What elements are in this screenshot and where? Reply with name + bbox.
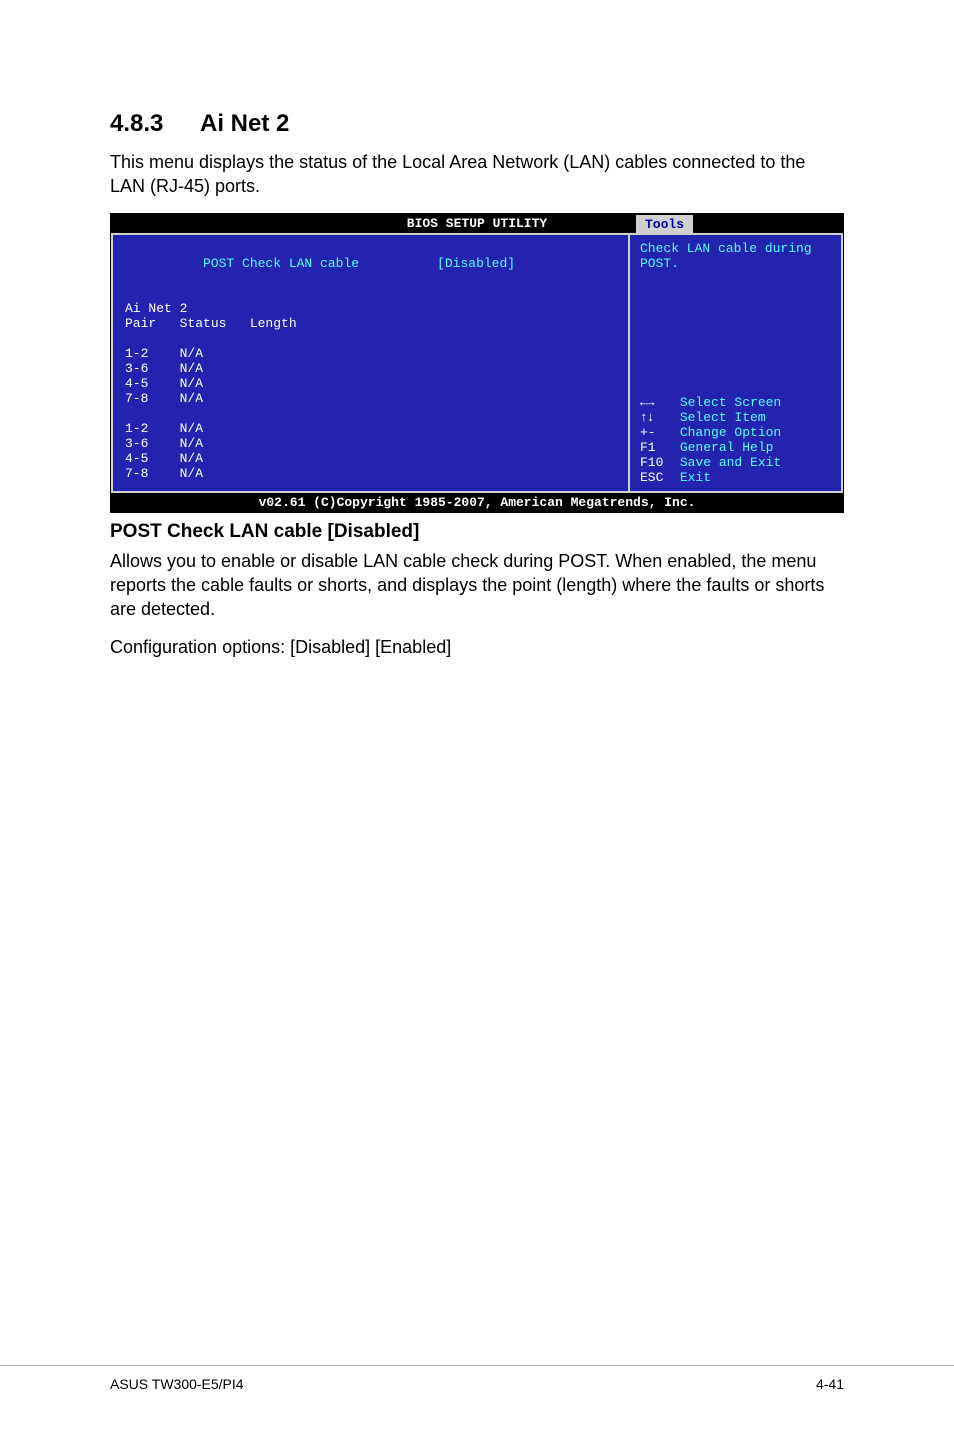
section-heading: 4.8.3Ai Net 2: [110, 110, 844, 138]
key-label: Select Item: [680, 410, 766, 425]
bios-data-row: 3-6 N/A: [125, 361, 616, 376]
footer-left: ASUS TW300-E5/PI4: [110, 1376, 244, 1392]
bios-data-row: 4-5 N/A: [125, 376, 616, 391]
bios-title: BIOS SETUP UTILITY: [407, 216, 547, 231]
config-options: Configuration options: [Disabled] [Enabl…: [110, 635, 844, 659]
subsection-paragraph: Allows you to enable or disable LAN cabl…: [110, 549, 844, 622]
key-label: General Help: [680, 440, 774, 455]
key-label: Save and Exit: [680, 455, 781, 470]
subsection-heading: POST Check LAN cable [Disabled]: [110, 521, 844, 543]
key-label: Exit: [680, 470, 711, 485]
bios-data-row: 7-8 N/A: [125, 391, 616, 406]
bios-group-title: Ai Net 2: [125, 301, 616, 316]
key-label: Change Option: [680, 425, 781, 440]
bios-footer: v02.61 (C)Copyright 1985-2007, American …: [111, 493, 843, 512]
bios-tab-tools: Tools: [636, 215, 693, 234]
section-number: 4.8.3: [110, 110, 200, 138]
bios-columns: Pair Status Length: [125, 316, 616, 331]
bios-setting-value: [Disabled]: [437, 256, 515, 271]
bios-right-pane: Check LAN cable during POST. ←→ Select S…: [628, 233, 843, 493]
bios-title-bar: BIOS SETUP UTILITY Tools: [111, 214, 843, 233]
bios-help-text: Check LAN cable during POST.: [640, 241, 831, 271]
section-title: Ai Net 2: [200, 110, 289, 137]
key-label: Select Screen: [680, 395, 781, 410]
bios-screenshot: BIOS SETUP UTILITY Tools POST Check LAN …: [110, 213, 844, 513]
bios-data-row: 4-5 N/A: [125, 451, 616, 466]
bios-data-row: 1-2 N/A: [125, 421, 616, 436]
key-pm-icon: +-: [640, 425, 672, 440]
page-footer: ASUS TW300-E5/PI4 4-41: [0, 1365, 954, 1392]
key-f1: F1: [640, 440, 672, 455]
key-lr-icon: ←→: [640, 395, 672, 410]
bios-key-legend: ←→ Select Screen ↑↓ Select Item +- Chang…: [640, 395, 831, 485]
bios-data-row: 7-8 N/A: [125, 466, 616, 481]
key-esc: ESC: [640, 470, 672, 485]
footer-right: 4-41: [816, 1376, 844, 1392]
key-f10: F10: [640, 455, 672, 470]
bios-data-row: 1-2 N/A: [125, 346, 616, 361]
intro-paragraph: This menu displays the status of the Loc…: [110, 150, 844, 199]
bios-left-pane: POST Check LAN cable [Disabled] Ai Net 2…: [111, 233, 628, 493]
bios-setting-label: POST Check LAN cable: [203, 256, 359, 271]
bios-data-row: 3-6 N/A: [125, 436, 616, 451]
key-ud-icon: ↑↓: [640, 410, 672, 425]
